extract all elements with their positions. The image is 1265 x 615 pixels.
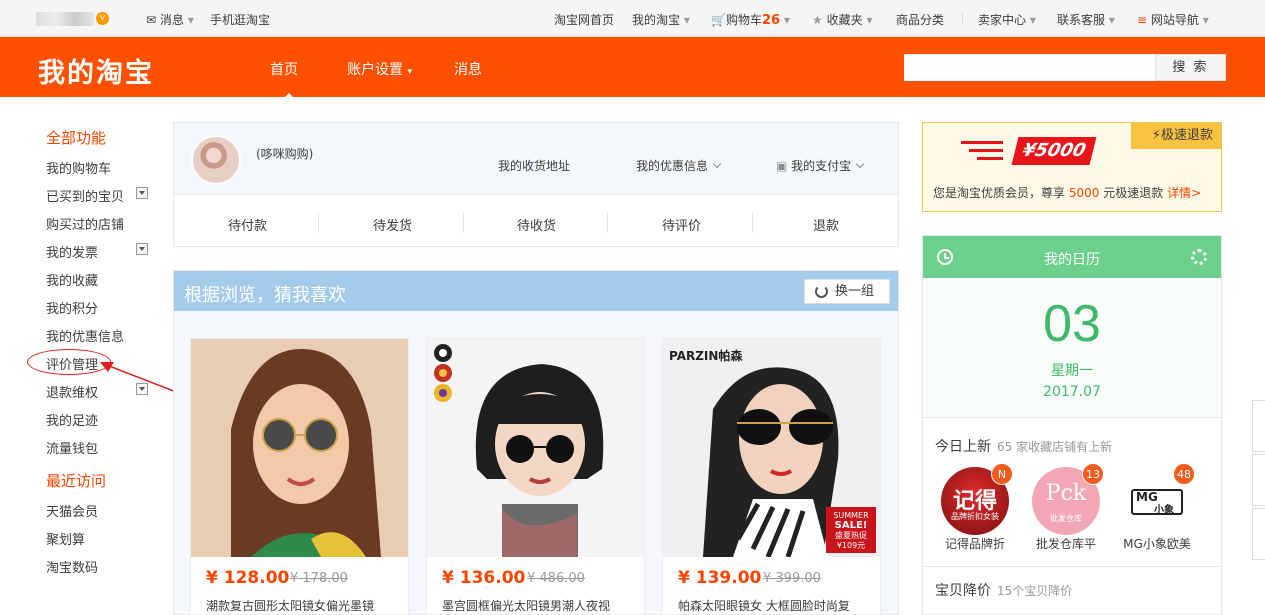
shop-item[interactable]: Pck 批发仓库 13 批发仓库平 xyxy=(1026,463,1106,553)
side-float-tab[interactable] xyxy=(1252,508,1265,560)
promo-amount: ¥5000 xyxy=(1011,137,1097,165)
shop-item[interactable]: MG 小象 48 MG小象欧美 xyxy=(1117,463,1197,553)
product-card[interactable]: PARZIN帕森 SUMMER SALE! 盛夏热促 ¥109元 ¥ 139.0… xyxy=(662,338,881,615)
today-new-heading: 今日上新 65 家收藏店铺有上新 xyxy=(935,439,1113,455)
product-original-price: ¥ 399.00 xyxy=(763,571,821,586)
product-title[interactable]: 潮款复古圆形太阳镜女偏光墨镜 xyxy=(206,597,396,614)
coupons-link[interactable]: 我的优惠信息 xyxy=(636,157,722,174)
profile-panel: (哆咪购购) 我的收货地址 我的优惠信息 ▣ 我的支付宝 待付款 待发货 待收货… xyxy=(173,122,899,247)
speed-line xyxy=(969,149,1003,152)
divider xyxy=(752,213,753,233)
product-image[interactable] xyxy=(191,339,408,557)
product-original-price: ¥ 486.00 xyxy=(527,571,585,586)
calendar-title: 我的日历 xyxy=(1044,252,1100,268)
speed-line xyxy=(961,141,1003,144)
tab-to-receive[interactable]: 待收货 xyxy=(517,215,556,234)
calendar-date: 03 星期一 2017.07 xyxy=(923,278,1221,418)
chevron-down-icon xyxy=(712,159,722,169)
product-original-price: ¥ 178.00 xyxy=(290,571,348,586)
card-icon: ▣ xyxy=(776,159,788,173)
divider xyxy=(463,213,464,233)
shop-name: 批发仓库平 xyxy=(1035,537,1096,551)
product-title[interactable]: 墨宫圆框偏光太阳镜男潮人夜视 xyxy=(442,597,632,614)
refund-promo-banner[interactable]: ⚡极速退款 ¥5000 您是淘宝优质会员，尊享 5000 元极速退款 详情> xyxy=(922,122,1222,212)
chevron-down-icon xyxy=(855,159,865,169)
product-card[interactable]: ¥ 136.00 ¥ 486.00 墨宫圆框偏光太阳镜男潮人夜视 xyxy=(426,338,645,615)
product-image[interactable] xyxy=(427,339,644,557)
divider xyxy=(318,213,319,233)
shop-item[interactable]: 记得 品牌折扣女装 N 记得品牌折 xyxy=(935,463,1015,553)
side-float-tab[interactable] xyxy=(1252,400,1265,452)
username[interactable]: (哆咪购购) xyxy=(256,145,313,162)
shop-name: 记得品牌折 xyxy=(944,537,1005,551)
promo-corner-label: ⚡极速退款 xyxy=(1131,123,1221,149)
product-price: ¥ 128.00 xyxy=(206,568,290,588)
product-price: ¥ 139.00 xyxy=(678,568,762,588)
divider xyxy=(923,566,1221,567)
swap-button[interactable]: 换一组 xyxy=(804,279,890,304)
alipay-link[interactable]: ▣ 我的支付宝 xyxy=(776,157,865,174)
shop-count-badge: 13 xyxy=(1082,463,1104,485)
gear-icon[interactable] xyxy=(1191,249,1207,265)
brand-logo: PARZIN帕森 xyxy=(669,349,743,363)
refresh-icon xyxy=(815,285,828,298)
product-price: ¥ 136.00 xyxy=(442,568,526,588)
sale-badge: SUMMER SALE! 盛夏热促 ¥109元 xyxy=(833,511,869,550)
divider xyxy=(607,213,608,233)
side-float-tab[interactable] xyxy=(1252,454,1265,506)
lightning-icon: ⚡ xyxy=(1151,128,1161,143)
tab-to-ship[interactable]: 待发货 xyxy=(373,215,412,234)
product-image[interactable]: PARZIN帕森 SUMMER SALE! 盛夏热促 ¥109元 xyxy=(663,339,880,557)
recommend-title: 根据浏览，猜我喜欢 xyxy=(184,285,346,306)
price-drop-heading: 宝贝降价 15个宝贝降价 xyxy=(935,583,1073,599)
calendar-weekday: 星期一 xyxy=(1051,363,1093,379)
avatar[interactable] xyxy=(191,135,241,185)
speed-line xyxy=(977,157,1003,160)
product-card[interactable]: ¥ 128.00 ¥ 178.00 潮款复古圆形太阳镜女偏光墨镜 xyxy=(190,338,409,615)
shop-count-badge: 48 xyxy=(1173,463,1195,485)
calendar-month: 2017.07 xyxy=(1043,384,1101,400)
address-link[interactable]: 我的收货地址 xyxy=(498,157,570,174)
recommend-header: 根据浏览，猜我喜欢 换一组 xyxy=(174,271,898,311)
calendar-day: 03 xyxy=(1043,295,1101,353)
profile-header: (哆咪购购) 我的收货地址 我的优惠信息 ▣ 我的支付宝 xyxy=(174,123,898,195)
my-calendar-panel: 我的日历 03 星期一 2017.07 今日上新 65 家收藏店铺有上新 记得 品… xyxy=(922,235,1222,615)
tab-refund[interactable]: 退款 xyxy=(813,215,839,234)
calendar-header: 我的日历 xyxy=(923,236,1221,278)
tab-to-review[interactable]: 待评价 xyxy=(662,215,701,234)
tab-to-pay[interactable]: 待付款 xyxy=(228,215,267,234)
promo-description: 您是淘宝优质会员，尊享 5000 元极速退款 详情> xyxy=(933,186,1202,200)
shop-new-badge: N xyxy=(991,463,1013,485)
promo-details-link[interactable]: 详情> xyxy=(1167,186,1201,200)
product-title[interactable]: 帕森太阳眼镜女 大框圆脸时尚复 xyxy=(678,597,868,614)
shop-name: MG小象欧美 xyxy=(1123,537,1191,551)
